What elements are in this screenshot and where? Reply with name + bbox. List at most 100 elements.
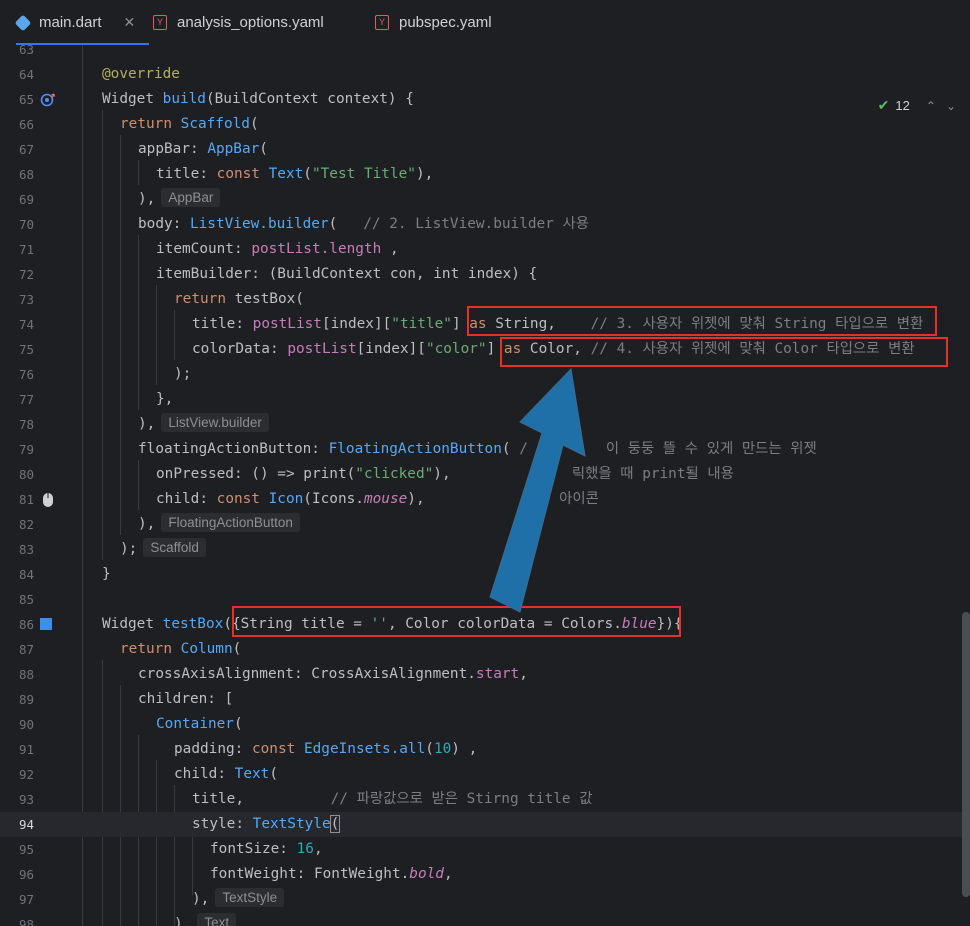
chevron-up-icon[interactable]: ⌃	[926, 99, 936, 113]
code-text: },	[156, 391, 174, 407]
tab-pubspec[interactable]: Y pubspec.yaml	[375, 0, 492, 45]
code-text: return Column(	[120, 641, 242, 657]
tab-label: pubspec.yaml	[399, 14, 492, 31]
code-line: 87 return Column(	[0, 637, 962, 662]
line-number: 97	[18, 892, 34, 907]
line-number: 79	[18, 442, 34, 457]
code-text: child: Text(	[174, 766, 278, 782]
line-number: 85	[18, 592, 34, 607]
code-text: ), TextStyle	[192, 887, 285, 912]
line-number: 82	[18, 517, 34, 532]
line-number: 81	[18, 492, 34, 507]
line-number: 86	[18, 617, 34, 632]
code-text: Widget build(BuildContext context) {	[102, 91, 414, 107]
code-text: itemBuilder: (BuildContext con, int inde…	[156, 266, 538, 282]
inspection-widget[interactable]: ✔ 12 ⌃ ⌄	[878, 97, 956, 114]
code-text: itemCount: postList.length ,	[156, 241, 399, 257]
line-number: 92	[18, 767, 34, 782]
tab-label: main.dart	[39, 14, 102, 31]
line-number: 67	[18, 142, 34, 157]
closing-label-hint: Scaffold	[143, 538, 206, 557]
code-line: 67 appBar: AppBar(	[0, 137, 962, 162]
line-number: 65	[18, 92, 34, 107]
code-text: return Scaffold(	[120, 116, 259, 132]
code-text: children: [	[138, 691, 234, 707]
line-number: 87	[18, 642, 34, 657]
code-line: 95 fontSize: 16,	[0, 837, 962, 862]
line-number: 96	[18, 867, 34, 882]
line-number: 73	[18, 292, 34, 307]
annotation-box-testbox-params	[232, 606, 681, 637]
closing-label-hint: Text	[197, 913, 237, 926]
line-number: 80	[18, 467, 34, 482]
tab-analysis-options[interactable]: Y analysis_options.yaml	[153, 0, 324, 45]
code-line: 88 crossAxisAlignment: CrossAxisAlignmen…	[0, 662, 962, 687]
code-line: 93 title, // 파랑값으로 받은 Stirng title 값	[0, 787, 962, 812]
code-text: ), Text	[174, 912, 237, 926]
code-text: ), ListView.builder	[138, 412, 269, 437]
code-text: appBar: AppBar(	[138, 141, 268, 157]
code-line: 68 title: const Text("Test Title"),	[0, 162, 962, 187]
inspection-count: 12	[895, 98, 910, 113]
code-text: body: ListView.builder( // 2. ListView.b…	[138, 216, 590, 232]
code-line: 92 child: Text(	[0, 762, 962, 787]
line-number: 75	[18, 342, 34, 357]
code-text: }	[102, 566, 111, 582]
code-line: 69 ), AppBar	[0, 187, 962, 212]
chevron-down-icon[interactable]: ⌄	[946, 99, 956, 113]
current-code-line: 94 style: TextStyle(	[0, 812, 962, 837]
closing-label-hint: FloatingActionButton	[161, 513, 300, 532]
line-number: 94	[18, 817, 34, 832]
line-number: 66	[18, 117, 34, 132]
line-number: 72	[18, 267, 34, 282]
annotation-arrow-icon	[489, 367, 586, 613]
closing-label-hint: TextStyle	[215, 888, 285, 907]
code-text: title: const Text("Test Title"),	[156, 166, 434, 182]
dart-file-icon	[14, 14, 32, 31]
code-text: crossAxisAlignment: CrossAxisAlignment.s…	[138, 666, 528, 682]
code-line: 65 Widget build(BuildContext context) {	[0, 87, 962, 112]
vertical-scrollbar[interactable]	[962, 612, 970, 897]
tab-label: analysis_options.yaml	[177, 14, 324, 31]
mouse-icon	[43, 493, 53, 507]
line-number: 90	[18, 717, 34, 732]
tab-main-dart[interactable]: main.dart ✕	[14, 0, 150, 46]
yaml-file-icon: Y	[375, 15, 389, 30]
code-editor[interactable]: 63 64 @override 65 Widget build(BuildCon…	[0, 45, 970, 926]
line-number: 84	[18, 567, 34, 582]
annotation-box-as-string	[467, 306, 937, 336]
line-number: 76	[18, 367, 34, 382]
line-number: 98	[18, 917, 34, 926]
closing-label-hint: ListView.builder	[161, 413, 269, 432]
line-number: 63	[18, 45, 34, 57]
code-line: 89 children: [	[0, 687, 962, 712]
line-number: 93	[18, 792, 34, 807]
close-icon[interactable]: ✕	[124, 14, 136, 31]
yaml-file-icon: Y	[153, 15, 167, 30]
editor-tab-bar: main.dart ✕ Y analysis_options.yaml Y pu…	[0, 0, 970, 46]
line-number: 64	[18, 67, 34, 82]
code-text: return testBox(	[174, 291, 304, 307]
override-method-icon[interactable]	[40, 92, 56, 108]
code-text: padding: const EdgeInsets.all(10) ,	[174, 741, 478, 757]
code-line: 72 itemBuilder: (BuildContext con, int i…	[0, 262, 962, 287]
code-text: floatingActionButton: FloatingActionButt…	[138, 441, 817, 457]
color-swatch-icon[interactable]	[40, 618, 52, 630]
code-line: 66 return Scaffold(	[0, 112, 962, 137]
line-number: 95	[18, 842, 34, 857]
code-line: 71 itemCount: postList.length ,	[0, 237, 962, 262]
closing-label-hint: AppBar	[161, 188, 221, 207]
code-line: 70 body: ListView.builder( // 2. ListVie…	[0, 212, 962, 237]
line-number: 71	[18, 242, 34, 257]
code-text: style: TextStyle(	[192, 815, 341, 833]
line-number: 69	[18, 192, 34, 207]
code-line: 98 ), Text	[0, 912, 962, 926]
code-line: 63	[0, 45, 962, 62]
line-number: 88	[18, 667, 34, 682]
code-text: ), AppBar	[138, 187, 221, 212]
code-line: 97 ), TextStyle	[0, 887, 962, 912]
code-line: 64 @override	[0, 62, 962, 87]
code-text: );	[174, 366, 192, 382]
line-number: 68	[18, 167, 34, 182]
code-text: ), FloatingActionButton	[138, 512, 300, 537]
